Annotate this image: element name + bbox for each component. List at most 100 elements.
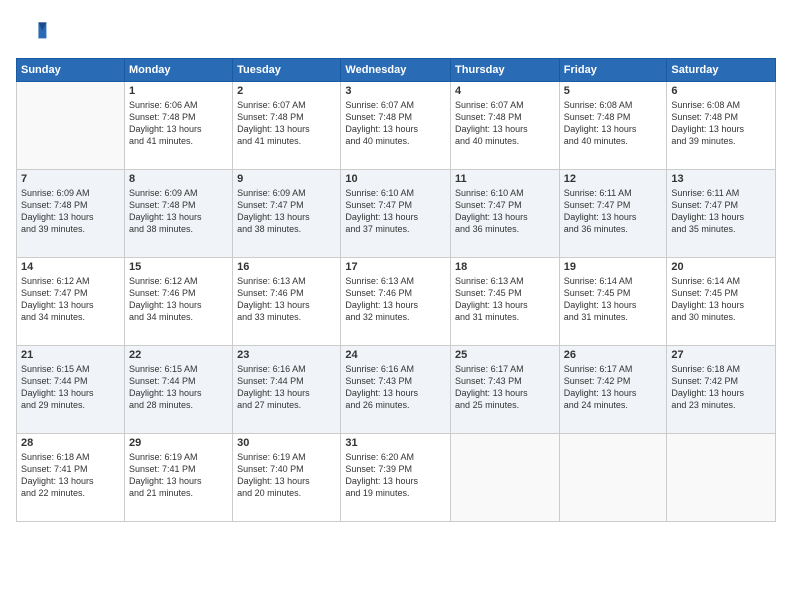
calendar-cell: 22 Sunrise: 6:15 AMSunset: 7:44 PMDayligh… bbox=[124, 346, 232, 434]
day-info: Sunrise: 6:08 AMSunset: 7:48 PMDaylight:… bbox=[671, 99, 771, 148]
calendar-cell: 6 Sunrise: 6:08 AMSunset: 7:48 PMDaylight… bbox=[667, 82, 776, 170]
calendar-cell: 5 Sunrise: 6:08 AMSunset: 7:48 PMDaylight… bbox=[559, 82, 667, 170]
header bbox=[16, 16, 776, 48]
day-info: Sunrise: 6:09 AMSunset: 7:48 PMDaylight:… bbox=[21, 187, 120, 236]
weekday-header-sunday: Sunday bbox=[17, 59, 125, 82]
day-info: Sunrise: 6:10 AMSunset: 7:47 PMDaylight:… bbox=[455, 187, 555, 236]
page: SundayMondayTuesdayWednesdayThursdayFrid… bbox=[0, 0, 792, 612]
day-info: Sunrise: 6:16 AMSunset: 7:44 PMDaylight:… bbox=[237, 363, 336, 412]
day-number: 5 bbox=[564, 85, 663, 97]
day-number: 6 bbox=[671, 85, 771, 97]
day-number: 1 bbox=[129, 85, 228, 97]
calendar-cell: 23 Sunrise: 6:16 AMSunset: 7:44 PMDayligh… bbox=[233, 346, 341, 434]
day-info: Sunrise: 6:10 AMSunset: 7:47 PMDaylight:… bbox=[345, 187, 446, 236]
day-info: Sunrise: 6:17 AMSunset: 7:42 PMDaylight:… bbox=[564, 363, 663, 412]
day-info: Sunrise: 6:08 AMSunset: 7:48 PMDaylight:… bbox=[564, 99, 663, 148]
day-number: 26 bbox=[564, 349, 663, 361]
day-number: 25 bbox=[455, 349, 555, 361]
day-number: 9 bbox=[237, 173, 336, 185]
calendar-week-4: 21Sunrise: 6:15 AMSunset: 7:44 PMDayligh… bbox=[17, 346, 776, 434]
calendar-week-5: 28 Sunrise: 6:18 AMSunset: 7:41 PMDayligh… bbox=[17, 434, 776, 522]
day-info: Sunrise: 6:19 AMSunset: 7:41 PMDaylight:… bbox=[129, 451, 228, 500]
weekday-header-thursday: Thursday bbox=[451, 59, 560, 82]
weekday-header-wednesday: Wednesday bbox=[341, 59, 451, 82]
day-number: 4 bbox=[455, 85, 555, 97]
calendar-cell: 13Sunrise: 6:11 AMSunset: 7:47 PMDayligh… bbox=[667, 170, 776, 258]
day-number: 2 bbox=[237, 85, 336, 97]
calendar-week-3: 14Sunrise: 6:12 AMSunset: 7:47 PMDayligh… bbox=[17, 258, 776, 346]
day-number: 14 bbox=[21, 261, 120, 273]
calendar-cell: 19 Sunrise: 6:14 AMSunset: 7:45 PMDayligh… bbox=[559, 258, 667, 346]
calendar-cell bbox=[667, 434, 776, 522]
calendar-cell: 31 Sunrise: 6:20 AMSunset: 7:39 PMDayligh… bbox=[341, 434, 451, 522]
logo-icon bbox=[16, 16, 48, 48]
weekday-header-saturday: Saturday bbox=[667, 59, 776, 82]
day-number: 23 bbox=[237, 349, 336, 361]
calendar-cell: 17 Sunrise: 6:13 AMSunset: 7:46 PMDayligh… bbox=[341, 258, 451, 346]
calendar-cell: 21Sunrise: 6:15 AMSunset: 7:44 PMDayligh… bbox=[17, 346, 125, 434]
day-info: Sunrise: 6:11 AMSunset: 7:47 PMDaylight:… bbox=[671, 187, 771, 236]
calendar-cell: 30 Sunrise: 6:19 AMSunset: 7:40 PMDayligh… bbox=[233, 434, 341, 522]
day-info: Sunrise: 6:12 AMSunset: 7:46 PMDaylight:… bbox=[129, 275, 228, 324]
day-info: Sunrise: 6:11 AMSunset: 7:47 PMDaylight:… bbox=[564, 187, 663, 236]
calendar-cell: 4 Sunrise: 6:07 AMSunset: 7:48 PMDaylight… bbox=[451, 82, 560, 170]
day-info: Sunrise: 6:07 AMSunset: 7:48 PMDaylight:… bbox=[455, 99, 555, 148]
calendar-cell: 7 Sunrise: 6:09 AMSunset: 7:48 PMDaylight… bbox=[17, 170, 125, 258]
weekday-header-friday: Friday bbox=[559, 59, 667, 82]
day-info: Sunrise: 6:17 AMSunset: 7:43 PMDaylight:… bbox=[455, 363, 555, 412]
day-info: Sunrise: 6:18 AMSunset: 7:42 PMDaylight:… bbox=[671, 363, 771, 412]
day-info: Sunrise: 6:09 AMSunset: 7:48 PMDaylight:… bbox=[129, 187, 228, 236]
day-info: Sunrise: 6:18 AMSunset: 7:41 PMDaylight:… bbox=[21, 451, 120, 500]
calendar-cell: 8 Sunrise: 6:09 AMSunset: 7:48 PMDaylight… bbox=[124, 170, 232, 258]
day-number: 10 bbox=[345, 173, 446, 185]
day-info: Sunrise: 6:14 AMSunset: 7:45 PMDaylight:… bbox=[564, 275, 663, 324]
calendar-cell: 15Sunrise: 6:12 AMSunset: 7:46 PMDayligh… bbox=[124, 258, 232, 346]
calendar-cell: 29Sunrise: 6:19 AMSunset: 7:41 PMDayligh… bbox=[124, 434, 232, 522]
calendar-cell: 27 Sunrise: 6:18 AMSunset: 7:42 PMDayligh… bbox=[667, 346, 776, 434]
calendar-cell: 16 Sunrise: 6:13 AMSunset: 7:46 PMDayligh… bbox=[233, 258, 341, 346]
calendar-cell: 12 Sunrise: 6:11 AMSunset: 7:47 PMDayligh… bbox=[559, 170, 667, 258]
calendar-cell: 25 Sunrise: 6:17 AMSunset: 7:43 PMDayligh… bbox=[451, 346, 560, 434]
day-info: Sunrise: 6:16 AMSunset: 7:43 PMDaylight:… bbox=[345, 363, 446, 412]
day-number: 20 bbox=[671, 261, 771, 273]
weekday-header-monday: Monday bbox=[124, 59, 232, 82]
day-number: 22 bbox=[129, 349, 228, 361]
day-info: Sunrise: 6:15 AMSunset: 7:44 PMDaylight:… bbox=[129, 363, 228, 412]
day-number: 30 bbox=[237, 437, 336, 449]
calendar-cell: 18Sunrise: 6:13 AMSunset: 7:45 PMDayligh… bbox=[451, 258, 560, 346]
day-info: Sunrise: 6:13 AMSunset: 7:46 PMDaylight:… bbox=[237, 275, 336, 324]
day-info: Sunrise: 6:06 AMSunset: 7:48 PMDaylight:… bbox=[129, 99, 228, 148]
calendar-week-1: 1 Sunrise: 6:06 AMSunset: 7:48 PMDaylight… bbox=[17, 82, 776, 170]
day-number: 11 bbox=[455, 173, 555, 185]
day-info: Sunrise: 6:19 AMSunset: 7:40 PMDaylight:… bbox=[237, 451, 336, 500]
calendar-cell bbox=[451, 434, 560, 522]
calendar-cell bbox=[559, 434, 667, 522]
calendar-week-2: 7 Sunrise: 6:09 AMSunset: 7:48 PMDaylight… bbox=[17, 170, 776, 258]
calendar-table: SundayMondayTuesdayWednesdayThursdayFrid… bbox=[16, 58, 776, 522]
calendar-cell: 10 Sunrise: 6:10 AMSunset: 7:47 PMDayligh… bbox=[341, 170, 451, 258]
weekday-header-tuesday: Tuesday bbox=[233, 59, 341, 82]
day-info: Sunrise: 6:15 AMSunset: 7:44 PMDaylight:… bbox=[21, 363, 120, 412]
day-info: Sunrise: 6:13 AMSunset: 7:46 PMDaylight:… bbox=[345, 275, 446, 324]
calendar-cell: 2 Sunrise: 6:07 AMSunset: 7:48 PMDaylight… bbox=[233, 82, 341, 170]
calendar-cell bbox=[17, 82, 125, 170]
day-number: 27 bbox=[671, 349, 771, 361]
day-info: Sunrise: 6:20 AMSunset: 7:39 PMDaylight:… bbox=[345, 451, 446, 500]
day-number: 19 bbox=[564, 261, 663, 273]
day-info: Sunrise: 6:14 AMSunset: 7:45 PMDaylight:… bbox=[671, 275, 771, 324]
calendar-cell: 20 Sunrise: 6:14 AMSunset: 7:45 PMDayligh… bbox=[667, 258, 776, 346]
day-number: 24 bbox=[345, 349, 446, 361]
day-number: 3 bbox=[345, 85, 446, 97]
day-number: 7 bbox=[21, 173, 120, 185]
day-number: 31 bbox=[345, 437, 446, 449]
day-number: 17 bbox=[345, 261, 446, 273]
day-number: 12 bbox=[564, 173, 663, 185]
calendar-cell: 14Sunrise: 6:12 AMSunset: 7:47 PMDayligh… bbox=[17, 258, 125, 346]
day-number: 28 bbox=[21, 437, 120, 449]
day-number: 16 bbox=[237, 261, 336, 273]
day-info: Sunrise: 6:07 AMSunset: 7:48 PMDaylight:… bbox=[345, 99, 446, 148]
weekday-header-row: SundayMondayTuesdayWednesdayThursdayFrid… bbox=[17, 59, 776, 82]
day-number: 8 bbox=[129, 173, 228, 185]
day-info: Sunrise: 6:07 AMSunset: 7:48 PMDaylight:… bbox=[237, 99, 336, 148]
day-info: Sunrise: 6:13 AMSunset: 7:45 PMDaylight:… bbox=[455, 275, 555, 324]
